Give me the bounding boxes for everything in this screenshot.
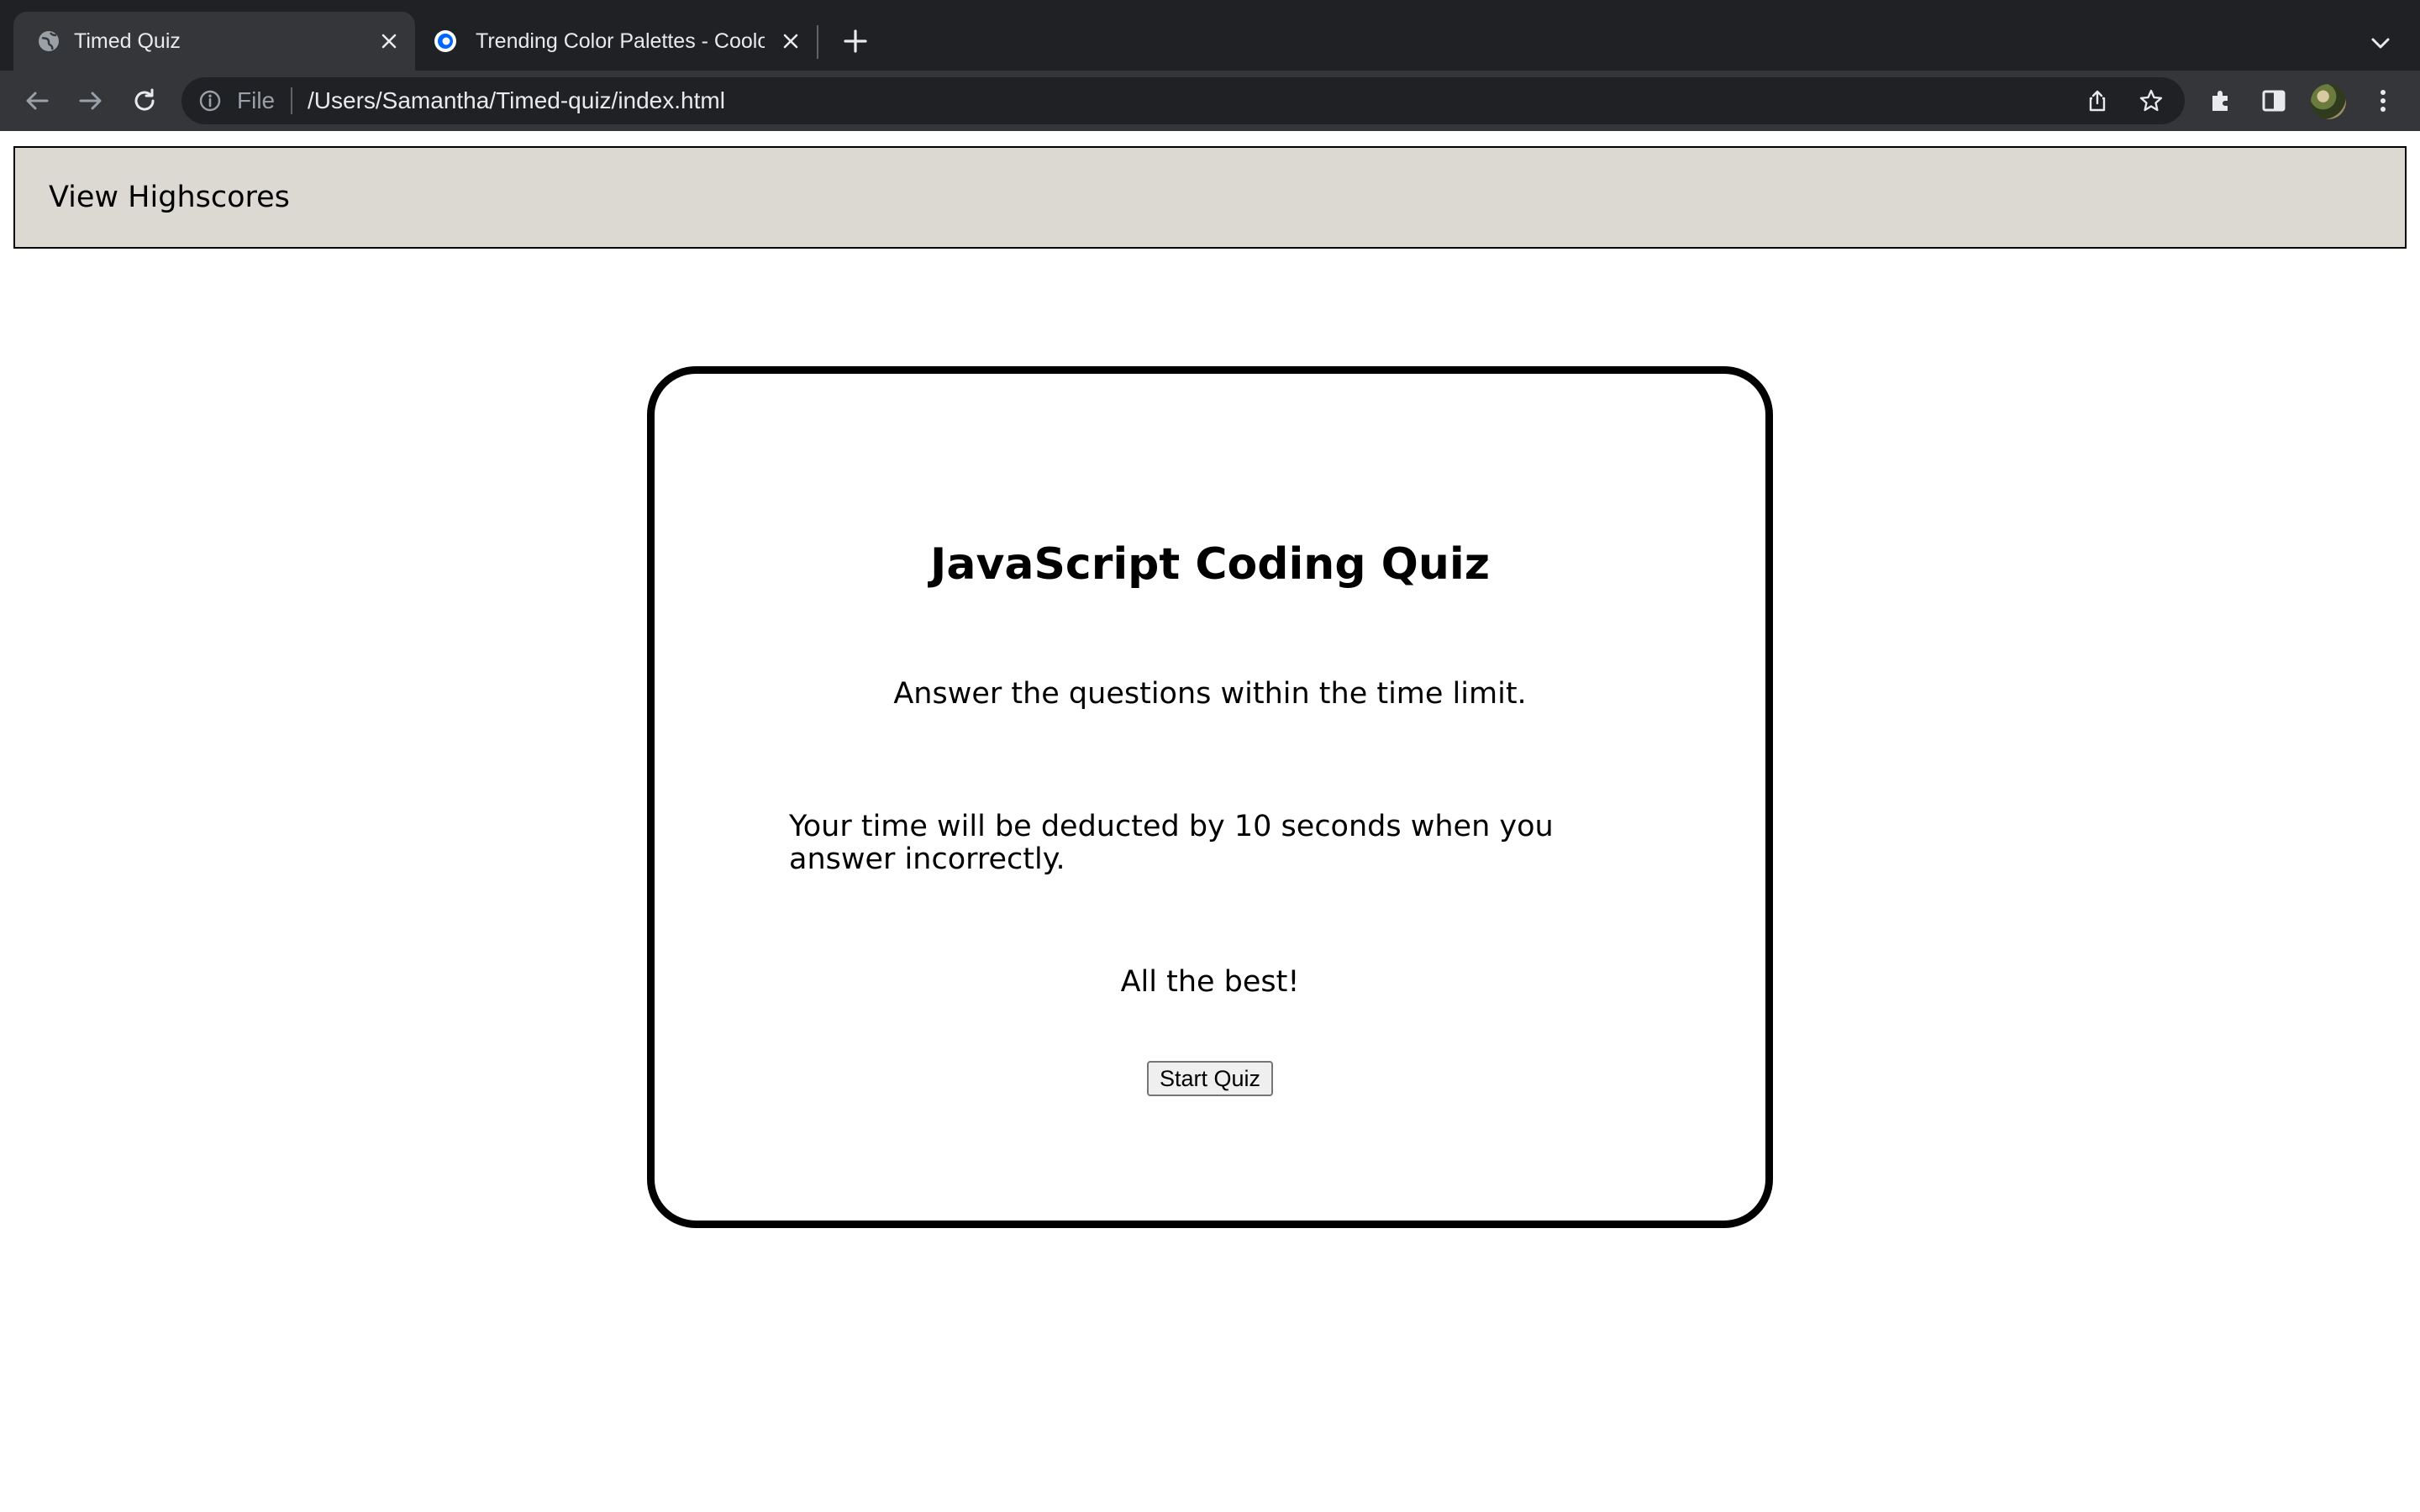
start-quiz-button[interactable]: Start Quiz — [1147, 1061, 1273, 1096]
forward-arrow-icon[interactable] — [74, 84, 108, 118]
quiz-instruction-good-luck: All the best! — [1120, 965, 1300, 999]
close-icon[interactable] — [780, 30, 802, 52]
page-viewport: View Highscores JavaScript Coding Quiz A… — [0, 131, 2420, 1512]
new-tab-plus-icon[interactable] — [839, 24, 872, 58]
info-icon[interactable] — [198, 89, 222, 113]
tab-separator — [817, 25, 818, 59]
extensions-puzzle-icon[interactable] — [2205, 84, 2238, 118]
view-highscores-link[interactable]: View Highscores — [49, 180, 290, 215]
address-scheme-label: File — [237, 87, 276, 113]
page-header: View Highscores — [13, 146, 2407, 249]
address-divider — [291, 87, 292, 114]
quiz-title: JavaScript Coding Quiz — [930, 539, 1490, 590]
browser-toolbar: File /Users/Samantha/Timed-quiz/index.ht… — [0, 71, 2420, 131]
browser-tabstrip: Timed Quiz Trending Color Palettes - Coo… — [0, 0, 2420, 71]
back-arrow-icon[interactable] — [20, 84, 54, 118]
share-icon[interactable] — [2084, 87, 2111, 114]
side-panel-icon[interactable] — [2257, 84, 2291, 118]
tab-timed-quiz[interactable]: Timed Quiz — [13, 12, 415, 71]
chevron-down-icon[interactable] — [2366, 29, 2395, 57]
address-bar[interactable]: File /Users/Samantha/Timed-quiz/index.ht… — [182, 77, 2185, 124]
kebab-menu-icon[interactable] — [2366, 84, 2400, 118]
tab-coolors[interactable]: Trending Color Palettes - Coolors — [415, 12, 817, 71]
reload-icon[interactable] — [128, 84, 161, 118]
quiz-card: JavaScript Coding Quiz Answer the questi… — [647, 366, 1773, 1228]
tab-title: Trending Color Palettes - Coolors — [476, 29, 765, 53]
coolors-icon — [434, 30, 456, 52]
close-icon[interactable] — [378, 30, 400, 52]
quiz-instruction-penalty: Your time will be deducted by 10 seconds… — [789, 810, 1554, 876]
profile-avatar[interactable] — [2311, 84, 2346, 119]
quiz-instruction-time-limit: Answer the questions within the time lim… — [893, 677, 1527, 711]
globe-icon — [39, 31, 59, 51]
bookmark-star-icon[interactable] — [2138, 87, 2165, 114]
address-url[interactable]: /Users/Samantha/Timed-quiz/index.html — [308, 87, 725, 114]
tab-title: Timed Quiz — [74, 29, 181, 53]
